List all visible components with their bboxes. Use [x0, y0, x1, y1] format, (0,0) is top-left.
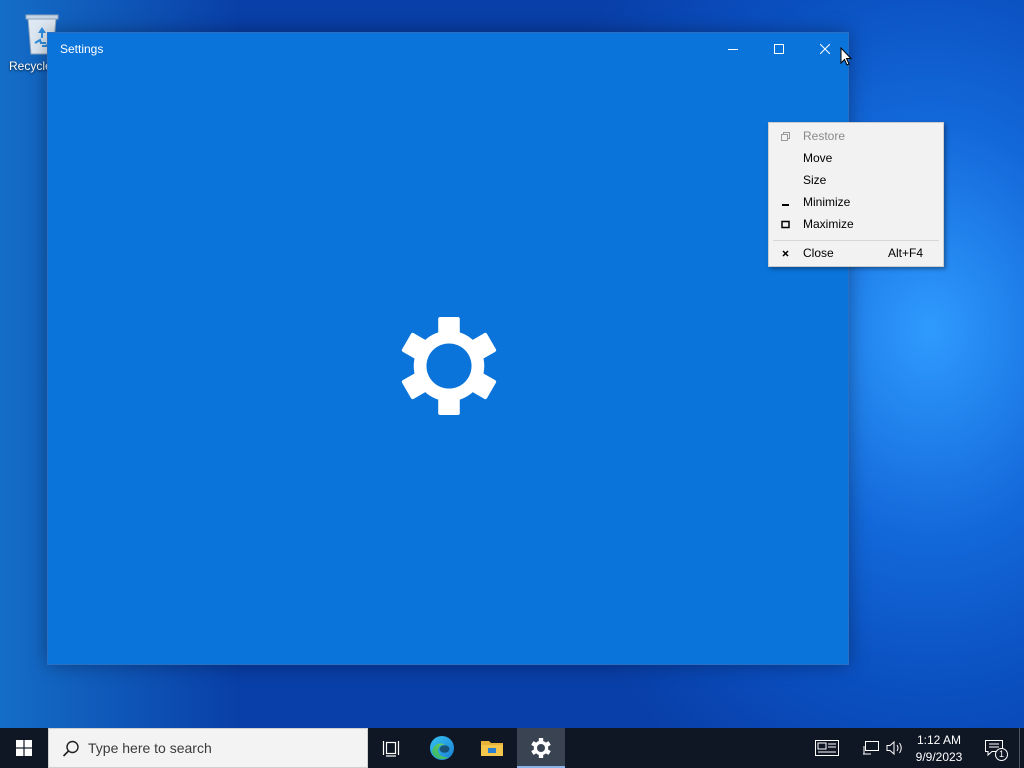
window-title: Settings	[60, 42, 104, 56]
edge-taskbar-button[interactable]	[418, 728, 466, 768]
menu-item-label: Close	[803, 246, 834, 260]
start-button[interactable]	[0, 728, 48, 768]
news-and-interests-button[interactable]	[812, 728, 842, 768]
edge-icon	[430, 736, 454, 760]
menu-item-maximize[interactable]: Maximize	[769, 213, 943, 235]
news-icon	[815, 740, 839, 756]
window-system-menu: Restore Move Size Minimize Maximize Clos…	[768, 122, 944, 267]
menu-item-label: Size	[803, 173, 827, 187]
menu-item-minimize[interactable]: Minimize	[769, 191, 943, 213]
show-desktop-button[interactable]	[1019, 728, 1024, 768]
windows-logo-icon	[16, 740, 32, 756]
taskbar: Type here to search 1:12 AM 9/9/2023 1	[0, 728, 1024, 768]
clock-time: 1:12 AM	[916, 733, 962, 747]
task-view-icon	[382, 741, 400, 757]
menu-item-restore[interactable]: Restore	[769, 125, 943, 147]
network-icon	[863, 741, 879, 755]
folder-icon	[481, 741, 503, 756]
maximize-button[interactable]	[756, 33, 802, 65]
restore-icon	[779, 125, 791, 147]
search-placeholder: Type here to search	[88, 740, 212, 756]
maximize-icon	[774, 44, 784, 54]
taskbar-search-box[interactable]: Type here to search	[48, 728, 368, 768]
menu-item-label: Restore	[803, 129, 846, 143]
menu-item-label: Maximize	[803, 217, 854, 231]
minimize-button[interactable]	[710, 33, 756, 65]
mouse-cursor-icon	[840, 47, 852, 66]
minimize-icon	[779, 191, 791, 213]
minimize-icon	[728, 49, 738, 50]
search-icon	[62, 740, 79, 757]
clock-date: 9/9/2023	[915, 750, 963, 764]
task-view-button[interactable]	[368, 728, 416, 768]
volume-icon	[886, 740, 902, 756]
close-icon	[779, 242, 791, 264]
file-explorer-taskbar-button[interactable]	[468, 728, 516, 768]
close-icon	[820, 44, 830, 54]
menu-item-size[interactable]: Size	[769, 169, 943, 191]
gear-icon	[401, 317, 497, 415]
menu-item-label: Move	[803, 151, 833, 165]
settings-window[interactable]: Settings	[47, 32, 849, 665]
menu-item-shortcut: Alt+F4	[887, 246, 923, 260]
menu-item-close[interactable]: Close Alt+F4	[769, 242, 943, 264]
menu-separator	[773, 240, 939, 241]
gear-icon	[531, 738, 551, 758]
window-titlebar[interactable]: Settings	[48, 33, 848, 65]
settings-taskbar-button[interactable]	[517, 728, 565, 768]
volume-tray-button[interactable]	[884, 728, 906, 768]
maximize-icon	[779, 213, 791, 235]
action-center-button[interactable]: 1	[976, 728, 1012, 768]
network-tray-button[interactable]	[860, 728, 882, 768]
menu-item-move[interactable]: Move	[769, 147, 943, 169]
taskbar-clock[interactable]: 1:12 AM 9/9/2023	[910, 731, 968, 765]
menu-item-label: Minimize	[803, 195, 851, 209]
notification-count-badge: 1	[995, 748, 1008, 761]
desktop: Recycle Settings Restore Move Size Minim…	[0, 0, 1024, 728]
